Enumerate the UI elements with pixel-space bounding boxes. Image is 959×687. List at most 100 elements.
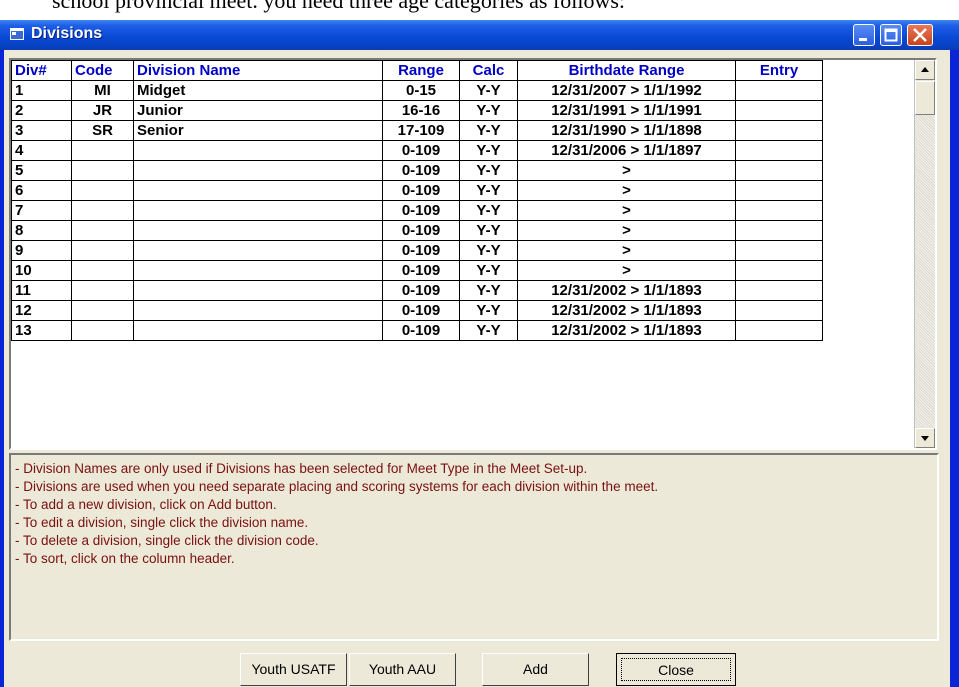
cell-entry[interactable] — [735, 320, 823, 341]
cell-birthdate-range[interactable]: 12/31/1991 > 1/1/1991 — [517, 100, 736, 121]
youth-aau-button[interactable]: Youth AAU — [349, 653, 456, 686]
cell-division-name[interactable] — [133, 240, 383, 261]
scroll-up-button[interactable] — [915, 60, 935, 80]
cell-code[interactable] — [71, 320, 134, 341]
cell-div-number[interactable]: 3 — [11, 120, 72, 141]
table-row[interactable]: 5 0-109 Y-Y > — [11, 160, 823, 181]
cell-range[interactable]: 0-109 — [382, 240, 460, 261]
cell-div-number[interactable]: 1 — [11, 80, 72, 101]
cell-code[interactable]: JR — [71, 100, 134, 121]
cell-div-number[interactable]: 6 — [11, 180, 72, 201]
cell-code[interactable] — [71, 200, 134, 221]
cell-entry[interactable] — [735, 100, 823, 121]
table-row[interactable]: 6 0-109 Y-Y > — [11, 180, 823, 201]
cell-code[interactable] — [71, 240, 134, 261]
header-division-name[interactable]: Division Name — [133, 60, 383, 81]
table-row[interactable]: 7 0-109 Y-Y > — [11, 200, 823, 221]
close-window-button[interactable] — [907, 24, 933, 46]
cell-division-name[interactable]: Midget — [133, 80, 383, 101]
table-row[interactable]: 8 0-109 Y-Y > — [11, 220, 823, 241]
cell-div-number[interactable]: 13 — [11, 320, 72, 341]
close-button[interactable]: Close — [616, 653, 736, 686]
cell-calc[interactable]: Y-Y — [459, 320, 518, 341]
cell-range[interactable]: 0-109 — [382, 300, 460, 321]
cell-birthdate-range[interactable]: 12/31/2002 > 1/1/1893 — [517, 280, 736, 301]
table-row[interactable]: 2 JR Junior 16-16 Y-Y 12/31/1991 > 1/1/1991 — [11, 100, 823, 121]
cell-entry[interactable] — [735, 240, 823, 261]
cell-birthdate-range[interactable]: > — [517, 260, 736, 281]
cell-birthdate-range[interactable]: > — [517, 220, 736, 241]
cell-entry[interactable] — [735, 200, 823, 221]
cell-division-name[interactable] — [133, 180, 383, 201]
cell-calc[interactable]: Y-Y — [459, 100, 518, 121]
cell-division-name[interactable]: Senior — [133, 120, 383, 141]
cell-code[interactable] — [71, 260, 134, 281]
table-row[interactable]: 3 SR Senior 17-109 Y-Y 12/31/1990 > 1/1/1898 — [11, 120, 823, 141]
cell-division-name[interactable] — [133, 160, 383, 181]
table-row[interactable]: 1 MI Midget 0-15 Y-Y 12/31/2007 > 1/1/1992 — [11, 80, 823, 101]
cell-range[interactable]: 0-109 — [382, 260, 460, 281]
cell-code[interactable] — [71, 220, 134, 241]
cell-birthdate-range[interactable]: > — [517, 180, 736, 201]
cell-code[interactable] — [71, 300, 134, 321]
cell-div-number[interactable]: 4 — [11, 140, 72, 161]
cell-division-name[interactable] — [133, 200, 383, 221]
cell-calc[interactable]: Y-Y — [459, 300, 518, 321]
cell-div-number[interactable]: 11 — [11, 280, 72, 301]
cell-division-name[interactable]: Junior — [133, 100, 383, 121]
cell-birthdate-range[interactable]: 12/31/2006 > 1/1/1897 — [517, 140, 736, 161]
cell-code[interactable] — [71, 280, 134, 301]
add-button[interactable]: Add — [482, 653, 589, 686]
cell-entry[interactable] — [735, 300, 823, 321]
cell-entry[interactable] — [735, 80, 823, 101]
cell-entry[interactable] — [735, 220, 823, 241]
header-calc[interactable]: Calc — [459, 60, 518, 81]
scroll-down-button[interactable] — [915, 428, 935, 448]
cell-code[interactable]: SR — [71, 120, 134, 141]
cell-birthdate-range[interactable]: > — [517, 240, 736, 261]
cell-calc[interactable]: Y-Y — [459, 80, 518, 101]
cell-div-number[interactable]: 5 — [11, 160, 72, 181]
header-birthdate-range[interactable]: Birthdate Range — [517, 60, 736, 81]
cell-birthdate-range[interactable]: > — [517, 160, 736, 181]
table-row[interactable]: 13 0-109 Y-Y 12/31/2002 > 1/1/1893 — [11, 320, 823, 341]
cell-calc[interactable]: Y-Y — [459, 260, 518, 281]
youth-usatf-button[interactable]: Youth USATF — [240, 653, 347, 686]
header-range[interactable]: Range — [382, 60, 460, 81]
cell-range[interactable]: 0-109 — [382, 140, 460, 161]
vertical-scrollbar[interactable] — [914, 60, 935, 448]
cell-birthdate-range[interactable]: > — [517, 200, 736, 221]
maximize-button[interactable] — [880, 24, 902, 46]
table-row[interactable]: 12 0-109 Y-Y 12/31/2002 > 1/1/1893 — [11, 300, 823, 321]
cell-code[interactable] — [71, 160, 134, 181]
cell-division-name[interactable] — [133, 220, 383, 241]
cell-birthdate-range[interactable]: 12/31/2007 > 1/1/1992 — [517, 80, 736, 101]
table-row[interactable]: 4 0-109 Y-Y 12/31/2006 > 1/1/1897 — [11, 140, 823, 161]
cell-division-name[interactable] — [133, 140, 383, 161]
cell-entry[interactable] — [735, 160, 823, 181]
table-row[interactable]: 10 0-109 Y-Y > — [11, 260, 823, 281]
cell-div-number[interactable]: 12 — [11, 300, 72, 321]
cell-entry[interactable] — [735, 280, 823, 301]
cell-range[interactable]: 16-16 — [382, 100, 460, 121]
cell-range[interactable]: 0-109 — [382, 160, 460, 181]
table-row[interactable]: 9 0-109 Y-Y > — [11, 240, 823, 261]
scroll-thumb[interactable] — [915, 81, 935, 115]
cell-calc[interactable]: Y-Y — [459, 180, 518, 201]
header-entry[interactable]: Entry — [735, 60, 823, 81]
cell-code[interactable]: MI — [71, 80, 134, 101]
cell-div-number[interactable]: 2 — [11, 100, 72, 121]
table-row[interactable]: 11 0-109 Y-Y 12/31/2002 > 1/1/1893 — [11, 280, 823, 301]
cell-range[interactable]: 0-109 — [382, 180, 460, 201]
cell-div-number[interactable]: 10 — [11, 260, 72, 281]
cell-div-number[interactable]: 9 — [11, 240, 72, 261]
cell-birthdate-range[interactable]: 12/31/1990 > 1/1/1898 — [517, 120, 736, 141]
cell-code[interactable] — [71, 140, 134, 161]
cell-division-name[interactable] — [133, 320, 383, 341]
cell-entry[interactable] — [735, 140, 823, 161]
cell-range[interactable]: 0-109 — [382, 280, 460, 301]
cell-range[interactable]: 0-109 — [382, 220, 460, 241]
cell-calc[interactable]: Y-Y — [459, 280, 518, 301]
cell-range[interactable]: 0-15 — [382, 80, 460, 101]
header-code[interactable]: Code — [71, 60, 134, 81]
